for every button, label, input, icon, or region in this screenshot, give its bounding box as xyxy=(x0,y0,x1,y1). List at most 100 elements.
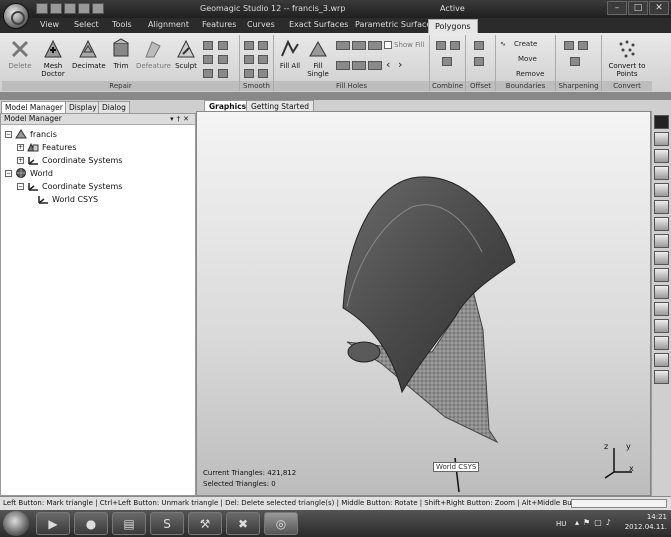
expand-icon[interactable]: + xyxy=(17,156,24,164)
tab-dialog[interactable]: Dialog xyxy=(98,101,130,113)
fill-option-2-icon[interactable] xyxy=(352,61,366,70)
view-tool-9-icon[interactable] xyxy=(654,251,669,265)
new-icon[interactable] xyxy=(36,3,48,14)
tab-graphics[interactable]: Graphics xyxy=(204,100,252,111)
combine-tool-2-icon[interactable] xyxy=(450,41,460,50)
close-button[interactable]: ✕ xyxy=(649,1,669,15)
repair-tool-3-icon[interactable] xyxy=(203,55,213,64)
view-tool-3-icon[interactable] xyxy=(654,149,669,163)
collapse-icon[interactable]: − xyxy=(5,169,12,177)
tab-display[interactable]: Display xyxy=(65,101,101,113)
defeature-button[interactable]: Defeature xyxy=(136,38,171,70)
view-tool-15-icon[interactable] xyxy=(654,353,669,367)
firefox-icon[interactable]: ● xyxy=(74,512,108,535)
repair-tool-6-icon[interactable] xyxy=(218,69,228,78)
tab-exact-surfaces[interactable]: Exact Surfaces xyxy=(289,20,348,29)
language-indicator[interactable]: HU xyxy=(556,520,566,528)
minimize-button[interactable]: – xyxy=(607,1,627,15)
fill-option-1-icon[interactable] xyxy=(336,61,350,70)
tab-polygons[interactable]: Polygons xyxy=(428,19,478,33)
trim-button[interactable]: Trim xyxy=(108,38,134,70)
previous-hole-icon[interactable]: ‹ xyxy=(386,58,390,71)
fill-type-2-icon[interactable] xyxy=(352,41,366,50)
fill-all-button[interactable]: Fill All xyxy=(278,38,302,70)
view-tool-5-icon[interactable] xyxy=(654,183,669,197)
sharpening-tool-2-icon[interactable] xyxy=(578,41,588,50)
tree-item-world-coordinate-systems[interactable]: − Coordinate Systems xyxy=(17,180,122,192)
view-tool-7-icon[interactable] xyxy=(654,217,669,231)
tab-getting-started[interactable]: Getting Started xyxy=(246,100,314,111)
offset-tool-1-icon[interactable] xyxy=(474,41,484,50)
open-icon[interactable] xyxy=(50,3,62,14)
mesh-model[interactable] xyxy=(197,112,651,496)
tree-item-francis[interactable]: − francis xyxy=(5,128,57,140)
tab-view[interactable]: View xyxy=(40,20,59,29)
view-tool-2-icon[interactable] xyxy=(654,132,669,146)
repair-tool-1-icon[interactable] xyxy=(203,41,213,50)
mesh-doctor-button[interactable]: Mesh Doctor xyxy=(38,38,68,78)
remove-boundary-menu[interactable]: Remove xyxy=(516,70,544,78)
system-tray-icons[interactable]: ▴⚑▢♪ xyxy=(575,518,615,527)
combine-tool-3-icon[interactable] xyxy=(442,57,452,66)
tree-item-world-csys[interactable]: World CSYS xyxy=(37,193,98,205)
show-fill-checkbox[interactable] xyxy=(384,41,392,49)
fill-type-1-icon[interactable] xyxy=(336,41,350,50)
panel-close-icon[interactable]: ✕ xyxy=(183,115,192,123)
tree-item-coordinate-systems[interactable]: + Coordinate Systems xyxy=(17,154,122,166)
smooth-tool-2-icon[interactable] xyxy=(258,41,268,50)
tab-curves[interactable]: Curves xyxy=(247,20,275,29)
start-button[interactable] xyxy=(3,511,29,536)
collapse-icon[interactable]: − xyxy=(17,182,24,190)
tab-select[interactable]: Select xyxy=(74,20,99,29)
fill-option-3-icon[interactable] xyxy=(368,61,382,70)
x-app-icon[interactable]: ✖ xyxy=(226,512,260,535)
view-tool-12-icon[interactable] xyxy=(654,302,669,316)
sculpt-button[interactable]: Sculpt xyxy=(172,38,200,70)
skype-icon[interactable]: S xyxy=(150,512,184,535)
combine-tool-1-icon[interactable] xyxy=(436,41,446,50)
sharpening-tool-3-icon[interactable] xyxy=(570,57,580,66)
collapse-icon[interactable]: − xyxy=(5,130,12,138)
save-icon[interactable] xyxy=(64,3,76,14)
next-hole-icon[interactable]: › xyxy=(398,58,402,71)
relax-icon[interactable] xyxy=(244,41,254,50)
tree-item-world[interactable]: − World xyxy=(5,167,53,179)
create-boundary-menu[interactable]: Create xyxy=(514,40,537,48)
tab-alignment[interactable]: Alignment xyxy=(148,20,189,29)
explorer-icon[interactable]: ▤ xyxy=(112,512,146,535)
view-tool-14-icon[interactable] xyxy=(654,336,669,350)
maximize-button[interactable]: □ xyxy=(628,1,648,15)
view-tool-1-icon[interactable] xyxy=(654,115,669,129)
application-menu-button[interactable] xyxy=(3,3,29,29)
expand-icon[interactable]: + xyxy=(17,143,24,151)
fill-single-button[interactable]: Fill Single xyxy=(304,38,332,78)
view-tool-6-icon[interactable] xyxy=(654,200,669,214)
zoom-icon[interactable] xyxy=(654,166,669,180)
fill-type-3-icon[interactable] xyxy=(368,41,382,50)
delete-button[interactable]: Delete xyxy=(6,38,34,70)
tree-item-features[interactable]: + Features xyxy=(17,141,76,153)
smooth-tool-3-icon[interactable] xyxy=(244,55,254,64)
smooth-tool-4-icon[interactable] xyxy=(258,55,268,64)
tab-parametric-surfaces[interactable]: Parametric Surfaces xyxy=(355,20,436,29)
smooth-tool-6-icon[interactable] xyxy=(258,69,268,78)
tab-model-manager[interactable]: Model Manager xyxy=(1,101,67,113)
repair-tool-2-icon[interactable] xyxy=(218,41,228,50)
tools-icon[interactable]: ⚒ xyxy=(188,512,222,535)
tab-features[interactable]: Features xyxy=(202,20,236,29)
view-tool-16-icon[interactable] xyxy=(654,370,669,384)
clock[interactable]: 14:21 2012.04.11. xyxy=(625,513,667,531)
decimate-button[interactable]: Decimate xyxy=(72,38,106,70)
media-player-icon[interactable]: ▶ xyxy=(36,512,70,535)
sharpening-tool-1-icon[interactable] xyxy=(564,41,574,50)
view-tool-8-icon[interactable] xyxy=(654,234,669,248)
tab-tools[interactable]: Tools xyxy=(112,20,132,29)
view-tool-11-icon[interactable] xyxy=(654,285,669,299)
smooth-tool-5-icon[interactable] xyxy=(244,69,254,78)
graphics-viewport[interactable]: World CSYS Current Triangles: 421,812 Se… xyxy=(196,111,651,496)
geomagic-icon[interactable]: ◎ xyxy=(264,512,298,535)
offset-tool-2-icon[interactable] xyxy=(474,57,484,66)
repair-tool-5-icon[interactable] xyxy=(203,69,213,78)
repair-tool-4-icon[interactable] xyxy=(218,55,228,64)
move-boundary-menu[interactable]: Move xyxy=(518,55,537,63)
